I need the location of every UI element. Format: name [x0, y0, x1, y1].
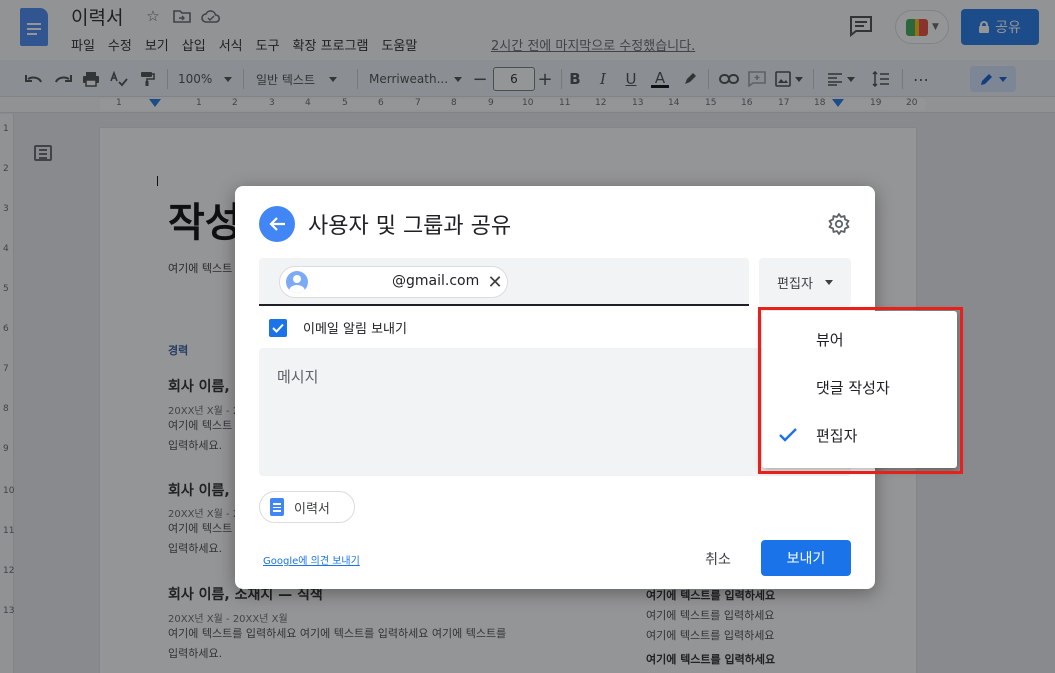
role-value: 편집자	[777, 276, 813, 292]
arrow-left-icon	[269, 217, 285, 231]
notify-row: 이메일 알림 보내기	[269, 318, 407, 337]
role-select[interactable]: 편집자	[759, 258, 851, 306]
chevron-down-icon	[824, 279, 833, 285]
message-placeholder: 메시지	[277, 368, 319, 386]
recipient-email: @gmail.com	[392, 273, 480, 289]
avatar	[286, 271, 308, 293]
dialog-title: 사용자 및 그룹과 공유	[308, 214, 512, 239]
feedback-link[interactable]: Google에 의견 보내기	[263, 552, 360, 567]
recipient-chip[interactable]: @gmail.com ✕	[279, 266, 508, 298]
file-chip[interactable]: 이력서	[259, 491, 355, 523]
check-icon	[272, 323, 284, 333]
close-icon[interactable]: ✕	[485, 271, 505, 293]
docs-file-icon	[270, 498, 284, 516]
notify-checkbox[interactable]	[269, 318, 287, 337]
gear-icon[interactable]	[827, 212, 851, 236]
recipients-input[interactable]: @gmail.com ✕	[259, 258, 749, 306]
cancel-button[interactable]: 취소	[689, 542, 747, 576]
notify-label: 이메일 알림 보내기	[303, 322, 407, 337]
annotation-highlight-box	[758, 307, 963, 474]
file-chip-label: 이력서	[294, 501, 330, 517]
back-button[interactable]	[259, 206, 295, 242]
send-button[interactable]: 보내기	[761, 540, 851, 576]
